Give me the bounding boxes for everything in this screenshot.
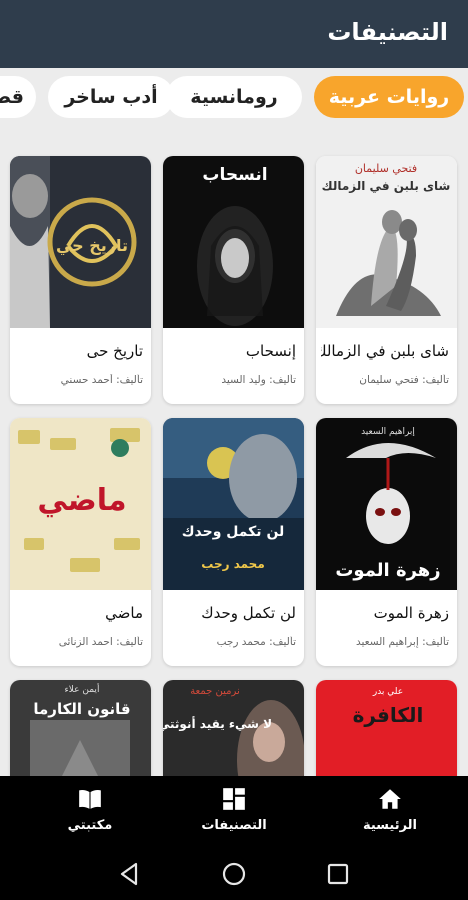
chip-satire[interactable]: أدب ساخر — [48, 76, 174, 118]
svg-text:ماضي: ماضي — [37, 483, 126, 518]
book-title: شاى بلبن في الزمالك — [321, 342, 449, 360]
book-card[interactable]: تاريخ حي تاريخ حى تأليف: أحمد حسني — [10, 156, 151, 404]
svg-text:إبراهيم السعيد: إبراهيم السعيد — [361, 427, 415, 437]
book-card[interactable]: علي بدر الكافرة — [316, 680, 457, 776]
book-author: تأليف: محمد رجب — [216, 636, 296, 648]
nav-library[interactable]: مكتبتي — [30, 786, 150, 842]
book-author: تأليف: فتحي سليمان — [359, 374, 449, 386]
page-title: التصنيفات — [327, 18, 448, 46]
recents-icon[interactable] — [324, 860, 352, 888]
book-title: لن تكمل وحدك — [201, 604, 296, 622]
svg-text:تاريخ حي: تاريخ حي — [56, 236, 128, 256]
book-cover: أيمن علاء قانون الكارما — [10, 680, 151, 776]
book-card[interactable]: انسحاب إنسحاب تأليف: وليد السيد — [163, 156, 304, 404]
books-grid: فتحي سليمان شاى بلبن في الزمالك شاى بلبن… — [0, 128, 468, 776]
book-card[interactable]: إبراهيم السعيد زهرة الموت زهرة الموت تأل… — [316, 418, 457, 666]
system-navigation-bar — [0, 848, 468, 900]
svg-text:انسحاب: انسحاب — [202, 165, 267, 185]
svg-text:زهرة الموت: زهرة الموت — [335, 560, 440, 581]
svg-text:أيمن علاء: أيمن علاء — [65, 683, 100, 695]
book-author: تأليف: احمد الزنائى — [58, 636, 143, 648]
book-cover: إبراهيم السعيد زهرة الموت — [316, 418, 457, 590]
home-circle-icon[interactable] — [220, 860, 248, 888]
nav-home[interactable]: الرئيسية — [330, 786, 450, 842]
category-chips[interactable]: روايات عربية رومانسية أدب ساخر قصص — [0, 68, 468, 128]
app-bar: التصنيفات — [0, 0, 468, 68]
bottom-navigation: الرئيسية التصنيفات مكتبتي — [0, 776, 468, 848]
chip-arabic-novels[interactable]: روايات عربية — [314, 76, 464, 118]
back-icon[interactable] — [116, 860, 144, 888]
book-title: إنسحاب — [245, 342, 296, 360]
book-cover: لن تكمل وحدك محمد رجب — [163, 418, 304, 590]
nav-home-label: الرئيسية — [362, 818, 418, 833]
book-cover: فتحي سليمان شاى بلبن في الزمالك — [316, 156, 457, 328]
book-card[interactable]: لن تكمل وحدك محمد رجب لن تكمل وحدك تأليف… — [163, 418, 304, 666]
book-author: تأليف: أحمد حسني — [60, 374, 143, 386]
svg-text:علي بدر: علي بدر — [372, 687, 403, 697]
chip-stories[interactable]: قصص — [0, 76, 36, 118]
book-title: تاريخ حى — [86, 342, 143, 360]
book-icon — [79, 790, 101, 809]
book-author: تأليف: إبراهيم السعيد — [355, 636, 449, 648]
svg-text:قانون الكارما: قانون الكارما — [33, 700, 130, 718]
categories-icon — [223, 788, 245, 810]
book-title: زهرة الموت — [373, 604, 449, 622]
book-card[interactable]: أيمن علاء قانون الكارما — [10, 680, 151, 776]
svg-text:الكافرة: الكافرة — [353, 703, 424, 727]
home-icon — [379, 789, 401, 809]
book-cover: علي بدر الكافرة — [316, 680, 457, 776]
svg-text:نرمين جمعة: نرمين جمعة — [190, 686, 240, 697]
nav-categories-label: التصنيفات — [201, 818, 267, 833]
svg-text:لن تكمل وحدك: لن تكمل وحدك — [182, 524, 285, 540]
chip-romance[interactable]: رومانسية — [166, 76, 302, 118]
svg-text:محمد رجب: محمد رجب — [201, 557, 265, 571]
svg-text:فتحي سليمان: فتحي سليمان — [355, 162, 417, 175]
book-title: ماضي — [105, 604, 143, 622]
book-cover: ماضي — [10, 418, 151, 590]
book-cover: تاريخ حي — [10, 156, 151, 328]
book-card[interactable]: نرمين جمعة لا شيء يقيد أنوثتي — [163, 680, 304, 776]
book-card[interactable]: فتحي سليمان شاى بلبن في الزمالك شاى بلبن… — [316, 156, 457, 404]
svg-text:شاى بلبن في الزمالك: شاى بلبن في الزمالك — [322, 179, 451, 193]
book-card[interactable]: ماضي ماضي تأليف: احمد الزنائى — [10, 418, 151, 666]
book-author: تأليف: وليد السيد — [221, 374, 296, 386]
nav-categories[interactable]: التصنيفات — [174, 786, 294, 842]
book-cover: انسحاب — [163, 156, 304, 328]
nav-library-label: مكتبتي — [67, 818, 113, 833]
book-cover: نرمين جمعة لا شيء يقيد أنوثتي — [163, 680, 304, 776]
svg-text:لا شيء يقيد أنوثتي: لا شيء يقيد أنوثتي — [163, 716, 272, 732]
